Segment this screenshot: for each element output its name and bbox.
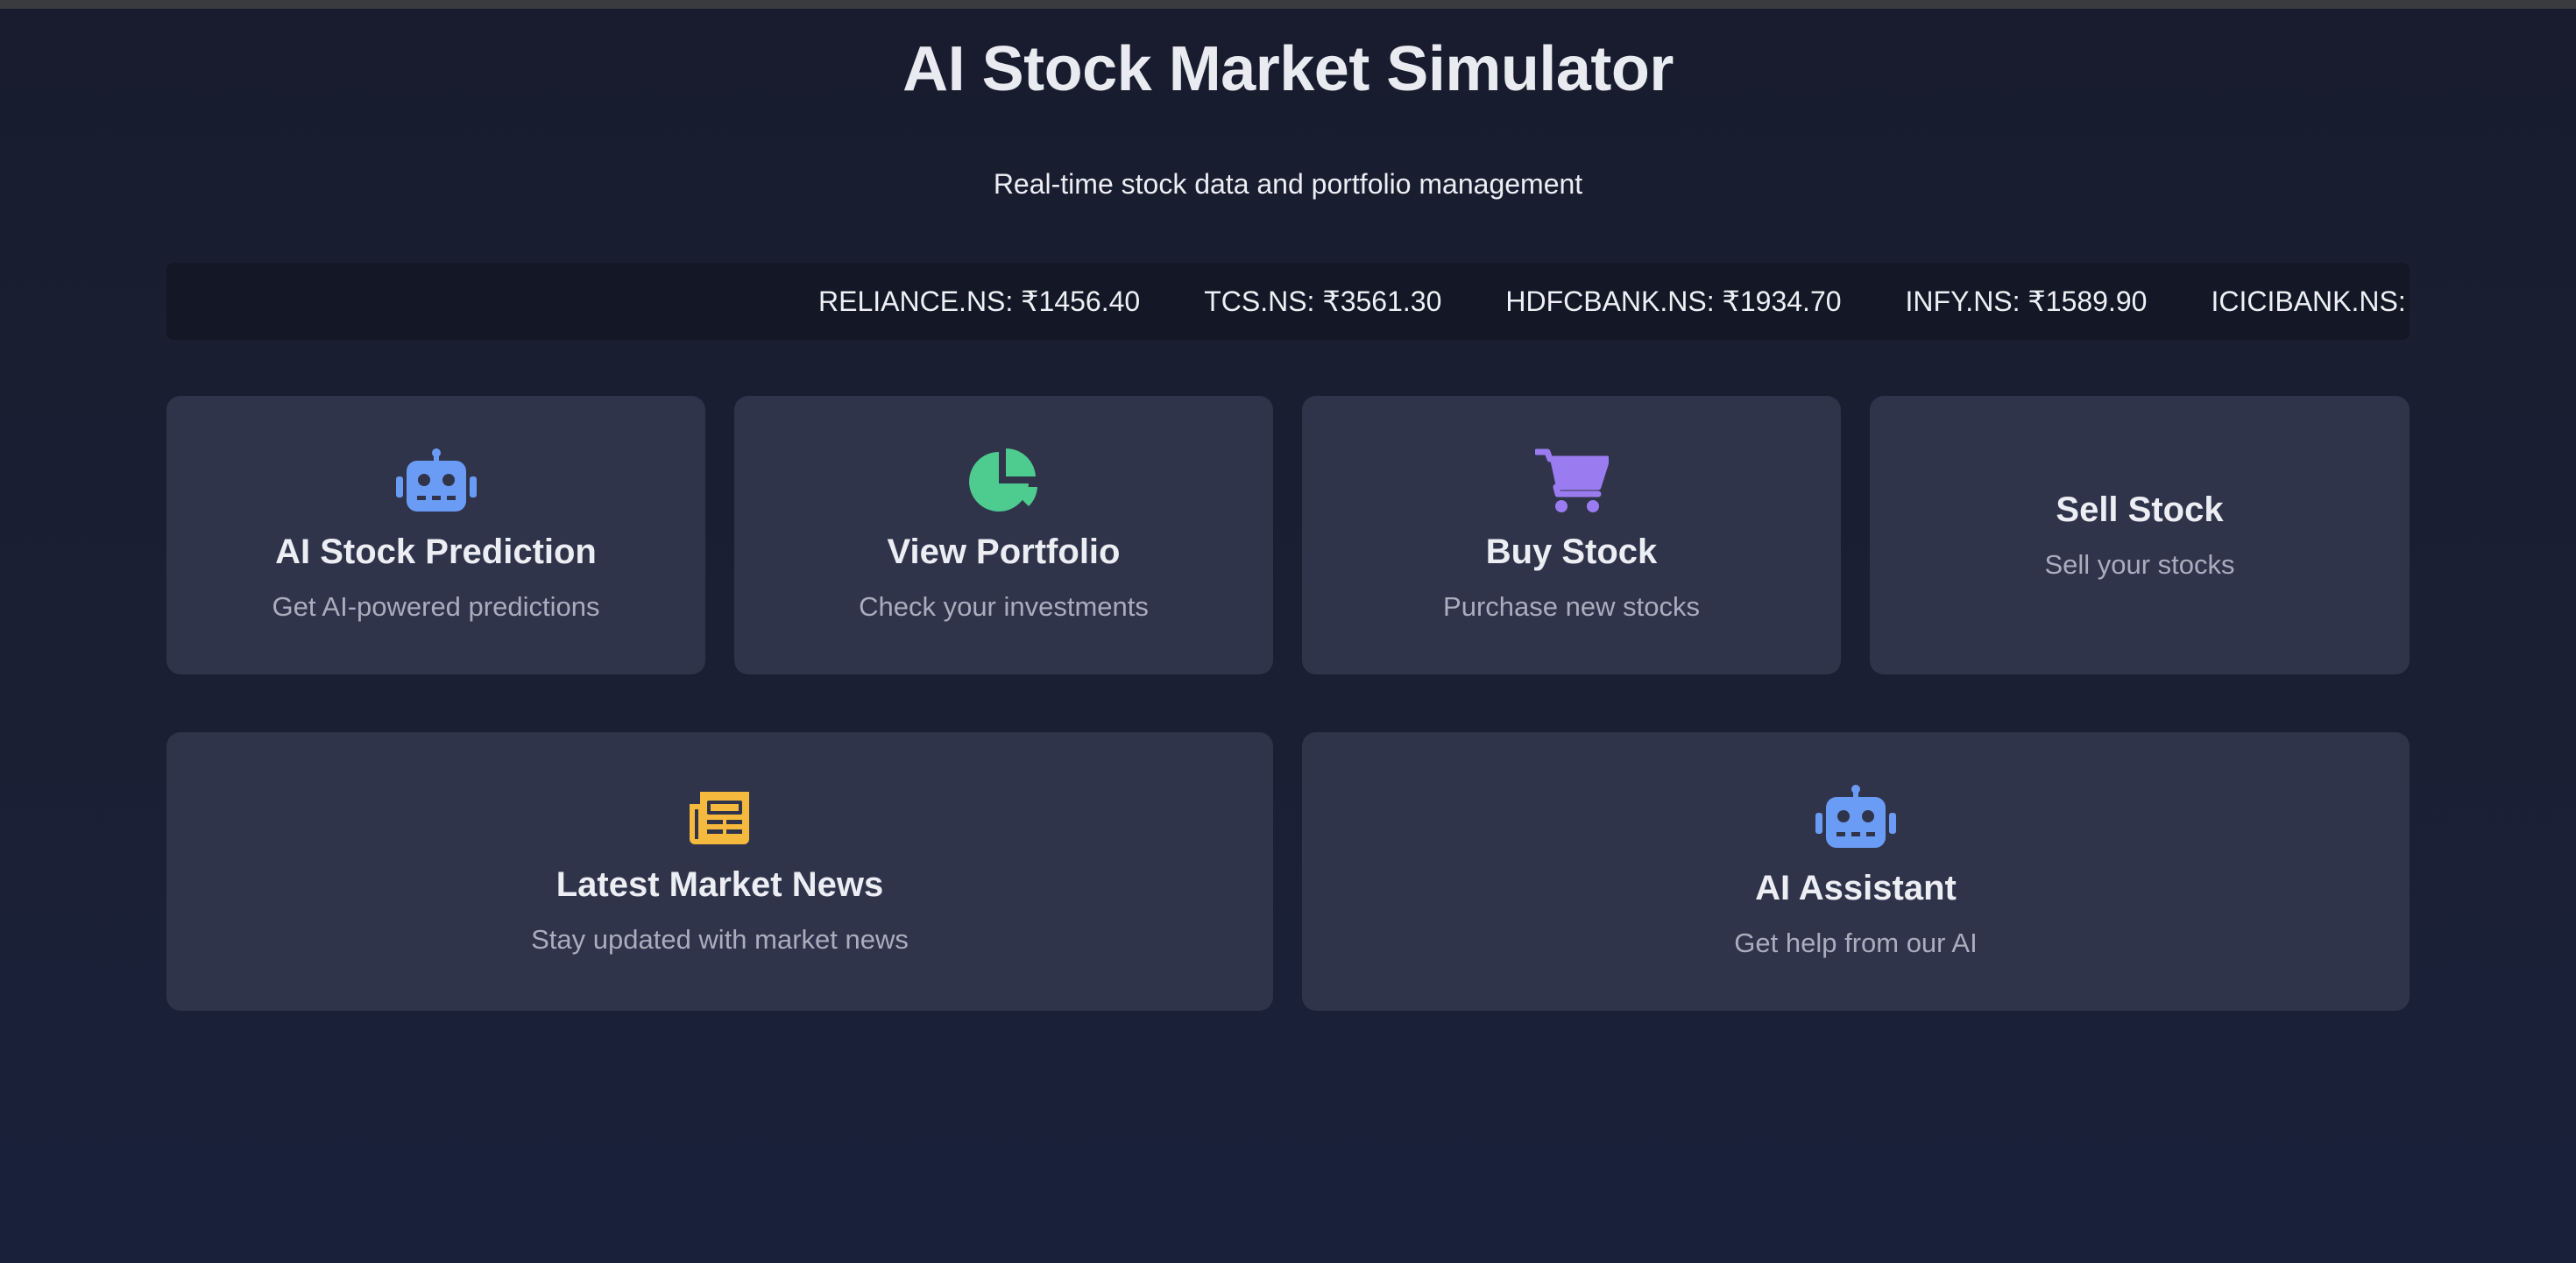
- card-title: View Portfolio: [887, 532, 1121, 571]
- ticker-item: ICICIBANK.NS: ₹1: [2211, 286, 2410, 317]
- page-title: AI Stock Market Simulator: [902, 34, 1674, 104]
- card-title: AI Assistant: [1755, 868, 1957, 907]
- robot-icon: [395, 448, 477, 512]
- pie-chart-icon: [968, 448, 1037, 512]
- latest-market-news-card[interactable]: Latest Market News Stay updated with mar…: [166, 732, 1273, 1011]
- ai-stock-prediction-card[interactable]: AI Stock Prediction Get AI-powered predi…: [166, 396, 705, 674]
- ticker-item: HDFCBANK.NS: ₹1934.70: [1505, 286, 1842, 317]
- card-title: Sell Stock: [2056, 490, 2224, 529]
- ticker-track: RELIANCE.NS: ₹1456.40 TCS.NS: ₹3561.30 H…: [818, 263, 2410, 340]
- stock-ticker: RELIANCE.NS: ₹1456.40 TCS.NS: ₹3561.30 H…: [166, 263, 2410, 340]
- window-top-bar: [0, 0, 2576, 9]
- card-description: Stay updated with market news: [531, 923, 909, 955]
- ticker-item: INFY.NS: ₹1589.90: [1905, 286, 2148, 317]
- page-subtitle: Real-time stock data and portfolio manag…: [993, 168, 1583, 200]
- ai-assistant-card[interactable]: AI Assistant Get help from our AI: [1302, 732, 2410, 1011]
- shopping-cart-icon: [1534, 448, 1609, 512]
- robot-icon: [1815, 784, 1896, 848]
- newspaper-icon: [689, 791, 749, 844]
- card-title: AI Stock Prediction: [275, 532, 597, 571]
- buy-stock-card[interactable]: Buy Stock Purchase new stocks: [1302, 396, 1841, 674]
- card-description: Sell your stocks: [2044, 548, 2235, 580]
- ticker-item: RELIANCE.NS: ₹1456.40: [818, 286, 1141, 317]
- view-portfolio-card[interactable]: View Portfolio Check your investments: [734, 396, 1273, 674]
- card-title: Latest Market News: [556, 864, 884, 904]
- sell-stock-card[interactable]: Sell Stock Sell your stocks: [1870, 396, 2410, 674]
- card-description: Check your investments: [859, 590, 1149, 622]
- card-description: Purchase new stocks: [1443, 590, 1700, 622]
- card-title: Buy Stock: [1485, 532, 1658, 571]
- ticker-item: TCS.NS: ₹3561.30: [1204, 286, 1442, 317]
- card-description: Get AI-powered predictions: [272, 590, 600, 622]
- card-description: Get help from our AI: [1734, 927, 1978, 958]
